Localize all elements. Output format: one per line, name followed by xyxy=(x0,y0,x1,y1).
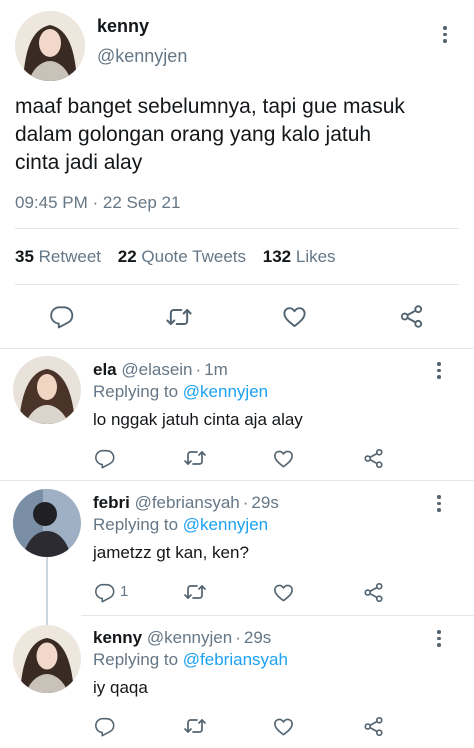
more-options-icon[interactable] xyxy=(436,362,442,379)
reply-handle[interactable]: @kennyjen xyxy=(147,628,232,647)
retweet-icon[interactable] xyxy=(183,580,207,604)
separator-dot: · xyxy=(235,628,241,647)
divider xyxy=(15,284,459,285)
replying-prefix: Replying to xyxy=(93,515,179,534)
share-icon[interactable] xyxy=(398,303,425,330)
share-icon[interactable] xyxy=(362,715,385,738)
separator-dot: · xyxy=(242,493,249,512)
avatar[interactable] xyxy=(13,356,81,424)
avatar[interactable] xyxy=(15,11,85,81)
reply-text: jametzz gt kan, ken? xyxy=(93,543,249,562)
more-options-icon[interactable] xyxy=(442,26,448,43)
thread-line xyxy=(46,556,48,626)
reply-header: ela @elasein · 1m xyxy=(93,360,228,380)
replying-to: Replying to @kennyjen xyxy=(93,382,268,402)
like-icon[interactable] xyxy=(281,303,308,330)
retweets-stat[interactable]: 35 Retweet xyxy=(15,247,101,266)
replying-to-link[interactable]: @kennyjen xyxy=(183,382,268,401)
retweet-icon[interactable] xyxy=(183,714,207,738)
avatar[interactable] xyxy=(13,625,81,693)
reply-count: 1 xyxy=(120,583,129,600)
quotes-label: Quote Tweets xyxy=(141,247,247,266)
reply-icon[interactable] xyxy=(94,447,116,469)
reply-icon[interactable] xyxy=(94,715,116,737)
replying-to: Replying to @kennyjen xyxy=(93,515,268,535)
divider xyxy=(15,228,459,229)
reply-name[interactable]: kenny xyxy=(93,628,142,647)
replying-prefix: Replying to xyxy=(93,382,179,401)
replying-to-link[interactable]: @febriansyah xyxy=(183,650,288,669)
likes-stat[interactable]: 132 Likes xyxy=(263,247,336,266)
reply-time: 1m xyxy=(204,360,228,379)
handle[interactable]: @kennyjen xyxy=(97,46,187,67)
like-icon[interactable] xyxy=(272,447,295,470)
reply-name[interactable]: ela xyxy=(93,360,117,379)
reply-header: febri @febriansyah · 29s xyxy=(93,493,279,513)
reply-icon[interactable] xyxy=(94,581,116,603)
reply-text: iy qaqa xyxy=(93,678,148,697)
quotes-count: 22 xyxy=(117,247,137,266)
divider xyxy=(0,480,474,481)
profile-photo xyxy=(13,489,81,557)
retweets-count: 35 xyxy=(15,247,34,266)
reply-handle[interactable]: @elasein xyxy=(121,360,192,379)
stats-row: 35 Retweet 22 Quote Tweets 132 Likes xyxy=(15,247,336,267)
timestamp[interactable]: 09:45 PM · 22 Sep 21 xyxy=(15,193,180,213)
display-name[interactable]: kenny xyxy=(97,16,149,37)
avatar[interactable] xyxy=(13,489,81,557)
reply-time: 29s xyxy=(243,628,272,647)
tweet-text-line: cinta jadi alay xyxy=(15,151,143,174)
tweet-time: 09:45 PM xyxy=(15,193,88,212)
reply-time: 29s xyxy=(251,493,279,512)
reply-icon[interactable] xyxy=(49,303,75,329)
likes-label: Likes xyxy=(295,247,336,266)
more-options-icon[interactable] xyxy=(436,495,442,512)
reply-name[interactable]: febri xyxy=(93,493,130,512)
tweet-text-line: dalam golongan orang yang kalo jatuh xyxy=(15,123,372,146)
separator-dot: · xyxy=(195,360,202,379)
reply-text: lo nggak jatuh cinta aja alay xyxy=(93,410,303,429)
like-icon[interactable] xyxy=(272,581,295,604)
separator-dot: · xyxy=(92,193,99,212)
tweet-text-line: maaf banget sebelumnya, tapi gue masuk xyxy=(15,95,405,118)
profile-photo xyxy=(15,11,85,81)
retweet-icon[interactable] xyxy=(183,446,207,470)
reply-header: kenny @kennyjen · 29s xyxy=(93,628,271,648)
profile-photo xyxy=(13,625,81,693)
tweet-text: maaf banget sebelumnya, tapi gue masuk d… xyxy=(15,93,465,177)
share-icon[interactable] xyxy=(362,581,385,604)
replying-to: Replying to @febriansyah xyxy=(93,650,288,670)
likes-count: 132 xyxy=(262,247,292,266)
more-options-icon[interactable] xyxy=(436,630,442,647)
tweet-date: 22 Sep 21 xyxy=(102,193,181,212)
like-icon[interactable] xyxy=(272,715,295,738)
reply-handle[interactable]: @febriansyah xyxy=(135,493,240,512)
quotes-stat[interactable]: 22 Quote Tweets xyxy=(118,247,246,266)
profile-photo xyxy=(13,356,81,424)
divider xyxy=(0,348,474,349)
replying-prefix: Replying to xyxy=(93,650,179,669)
retweets-label: Retweet xyxy=(38,247,102,266)
divider xyxy=(81,615,474,616)
share-icon[interactable] xyxy=(362,447,385,470)
retweet-icon[interactable] xyxy=(165,303,193,331)
replying-to-link[interactable]: @kennyjen xyxy=(183,515,268,534)
